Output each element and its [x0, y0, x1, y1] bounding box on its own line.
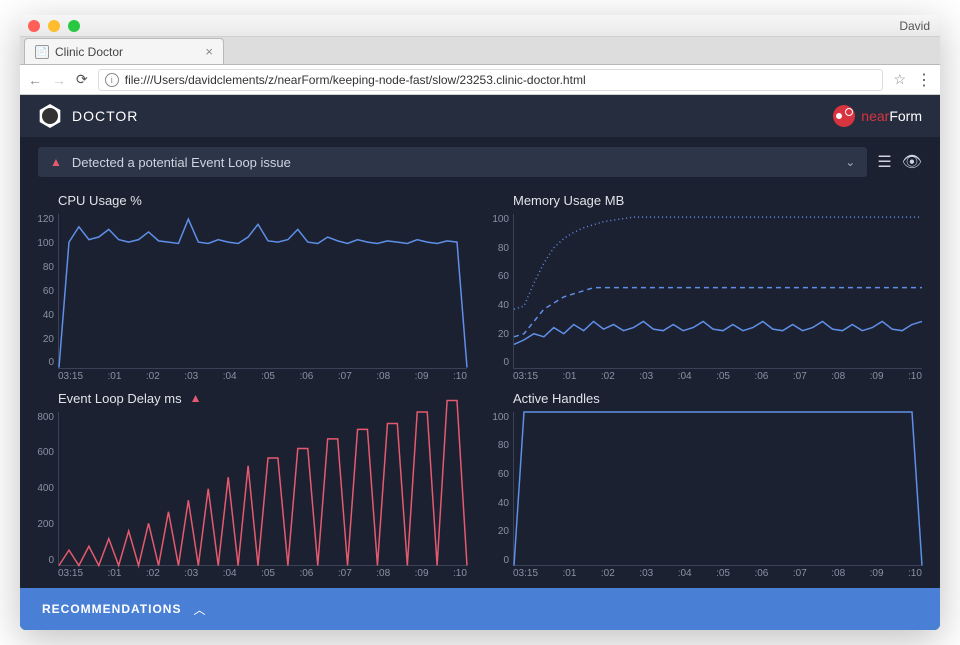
chevron-up-icon: ︿ — [193, 601, 205, 618]
browser-window: David 📄 Clinic Doctor × ← → ⟳ i file:///… — [20, 15, 940, 630]
forward-icon[interactable]: → — [52, 72, 66, 88]
x-axis: 03:15:01:02:03:04:05:06:07:08:09:10 — [58, 566, 467, 580]
tab-title: Clinic Doctor — [55, 45, 123, 59]
site-info-icon[interactable]: i — [105, 73, 119, 87]
chart-cpu: CPU Usage %12010080604020003:15:01:02:03… — [30, 189, 467, 383]
brand-logo[interactable]: nearForm — [833, 105, 922, 127]
chart-title: CPU Usage % — [30, 189, 467, 214]
bookmark-icon[interactable]: ☆ — [893, 71, 906, 88]
warning-icon: ▲ — [50, 155, 62, 169]
menu-icon[interactable]: ⋮ — [916, 70, 932, 90]
reload-icon[interactable]: ⟳ — [76, 71, 88, 88]
url-field[interactable]: i file:///Users/davidclements/z/nearForm… — [98, 69, 884, 91]
minimize-icon[interactable] — [48, 20, 60, 32]
recommendations-label: RECOMMENDATIONS — [42, 602, 181, 616]
warning-icon: ▲ — [190, 391, 202, 405]
tab-close-icon[interactable]: × — [205, 44, 213, 59]
app-root: DOCTOR nearForm ▲ Detected a potential E… — [20, 95, 940, 630]
maximize-icon[interactable] — [68, 20, 80, 32]
alert-message: Detected a potential Event Loop issue — [72, 155, 291, 170]
url-text: file:///Users/davidclements/z/nearForm/k… — [125, 73, 586, 87]
y-axis: 100806040200 — [485, 412, 513, 581]
chevron-down-icon[interactable]: ⌄ — [845, 155, 855, 169]
back-icon[interactable]: ← — [28, 72, 42, 88]
eye-icon[interactable]: 👁 — [902, 152, 922, 172]
plot-area[interactable] — [58, 214, 467, 369]
page-icon: 📄 — [35, 45, 49, 59]
plot-area[interactable] — [513, 412, 922, 567]
app-name: DOCTOR — [72, 108, 138, 124]
plot-area[interactable] — [513, 214, 922, 369]
chart-mem: Memory Usage MB10080604020003:15:01:02:0… — [485, 189, 922, 383]
x-axis: 03:15:01:02:03:04:05:06:07:08:09:10 — [513, 369, 922, 383]
tab-bar: 📄 Clinic Doctor × — [20, 37, 940, 65]
address-bar: ← → ⟳ i file:///Users/davidclements/z/ne… — [20, 65, 940, 95]
chart-handles: Active Handles10080604020003:15:01:02:03… — [485, 387, 922, 581]
y-axis: 100806040200 — [485, 214, 513, 383]
y-axis: 8006004002000 — [30, 412, 58, 581]
alert-banner[interactable]: ▲ Detected a potential Event Loop issue … — [38, 147, 867, 177]
traffic-lights — [28, 20, 80, 32]
plot-area[interactable] — [58, 412, 467, 567]
chart-title: Active Handles — [485, 387, 922, 412]
nearform-icon — [833, 105, 855, 127]
x-axis: 03:15:01:02:03:04:05:06:07:08:09:10 — [513, 566, 922, 580]
mac-titlebar: David — [20, 15, 940, 37]
nearform-text: nearForm — [861, 108, 922, 124]
charts-grid: CPU Usage %12010080604020003:15:01:02:03… — [20, 181, 940, 588]
chart-delay: Event Loop Delay ms▲800600400200003:15:0… — [30, 387, 467, 581]
recommendations-bar[interactable]: RECOMMENDATIONS ︿ — [20, 588, 940, 630]
x-axis: 03:15:01:02:03:04:05:06:07:08:09:10 — [58, 369, 467, 383]
app-header: DOCTOR nearForm — [20, 95, 940, 137]
chart-title: Event Loop Delay ms▲ — [30, 387, 467, 412]
y-axis: 120100806040200 — [30, 214, 58, 383]
doctor-icon — [38, 104, 62, 128]
list-icon[interactable]: ☰ — [877, 152, 891, 172]
profile-name[interactable]: David — [899, 19, 930, 33]
app-logo: DOCTOR — [38, 104, 138, 128]
alert-row: ▲ Detected a potential Event Loop issue … — [20, 137, 940, 181]
chart-title: Memory Usage MB — [485, 189, 922, 214]
close-icon[interactable] — [28, 20, 40, 32]
browser-tab[interactable]: 📄 Clinic Doctor × — [24, 38, 224, 64]
